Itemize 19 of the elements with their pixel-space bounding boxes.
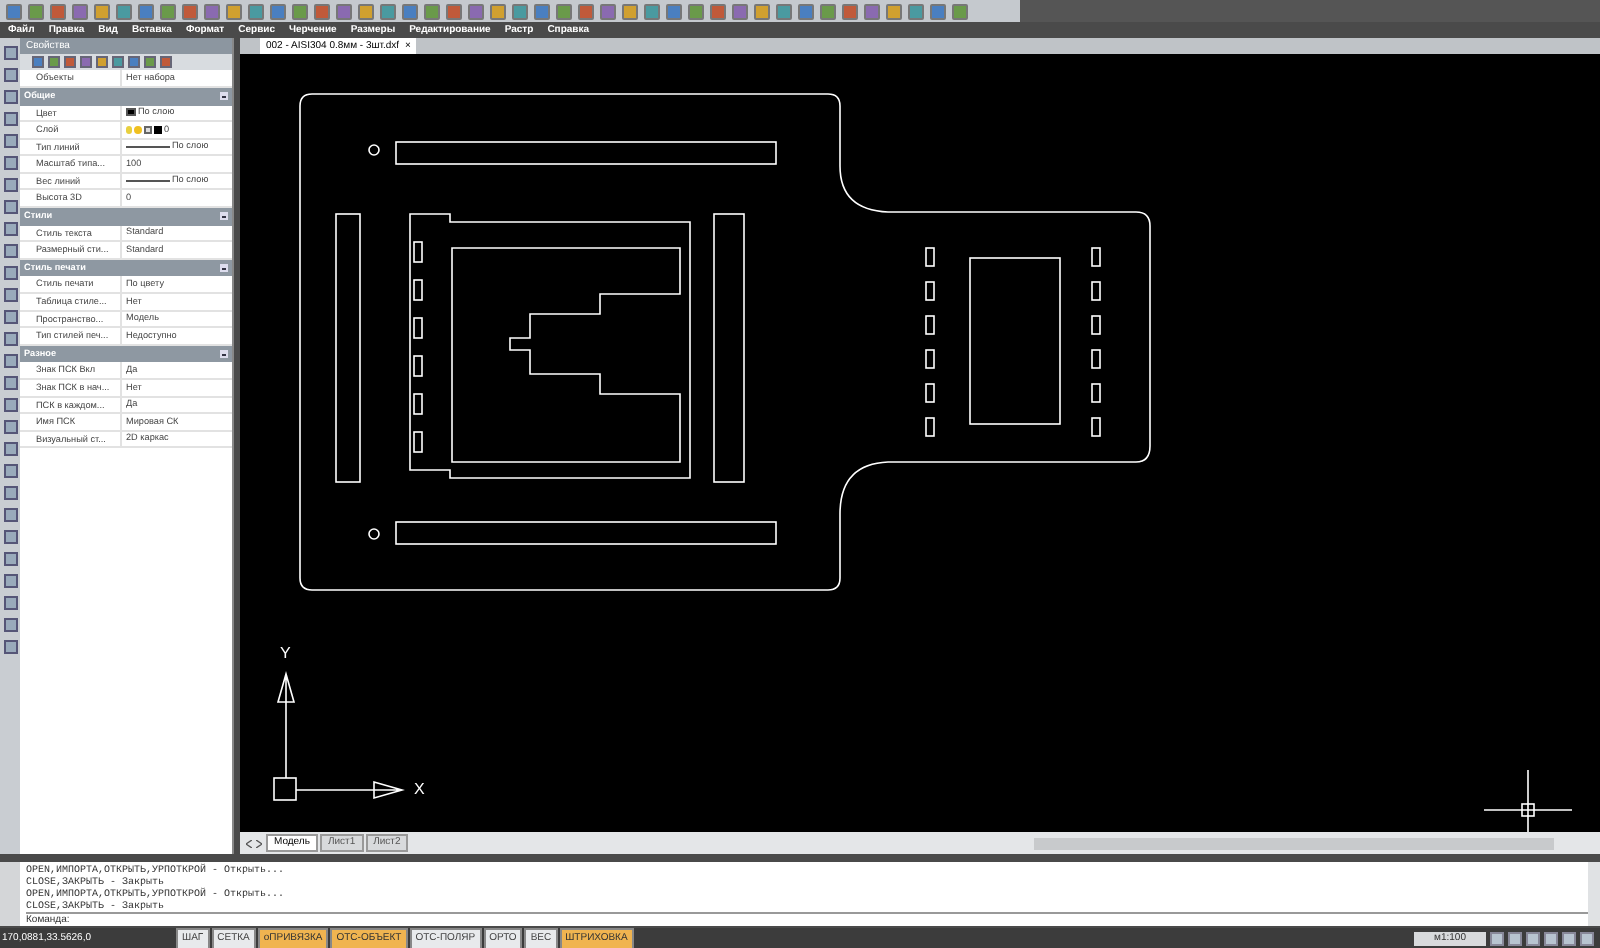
- drawing-canvas[interactable]: Y X: [240, 54, 1600, 833]
- crosshair-cursor-icon: [1483, 769, 1573, 833]
- horizontal-scrollbar[interactable]: [1034, 837, 1554, 850]
- line-sample-icon: [126, 180, 170, 183]
- sun-icon: [134, 125, 142, 134]
- line-sample-icon: [126, 145, 170, 148]
- ucs-axes-drawing: [273, 671, 405, 802]
- collapse-icon[interactable]: [220, 92, 228, 101]
- bulb-icon: [126, 125, 132, 134]
- command-panel-grip[interactable]: [0, 862, 20, 926]
- vertical-scrollbar[interactable]: [1588, 862, 1600, 926]
- collapse-icon[interactable]: [220, 212, 228, 221]
- x-axis-label: X: [414, 782, 425, 799]
- y-axis-label: Y: [280, 646, 291, 663]
- collapse-icon[interactable]: [220, 264, 228, 273]
- collapse-icon[interactable]: [220, 350, 228, 359]
- lock-icon: [144, 125, 152, 134]
- color-swatch-icon: [154, 125, 162, 134]
- color-swatch-icon: [126, 108, 136, 117]
